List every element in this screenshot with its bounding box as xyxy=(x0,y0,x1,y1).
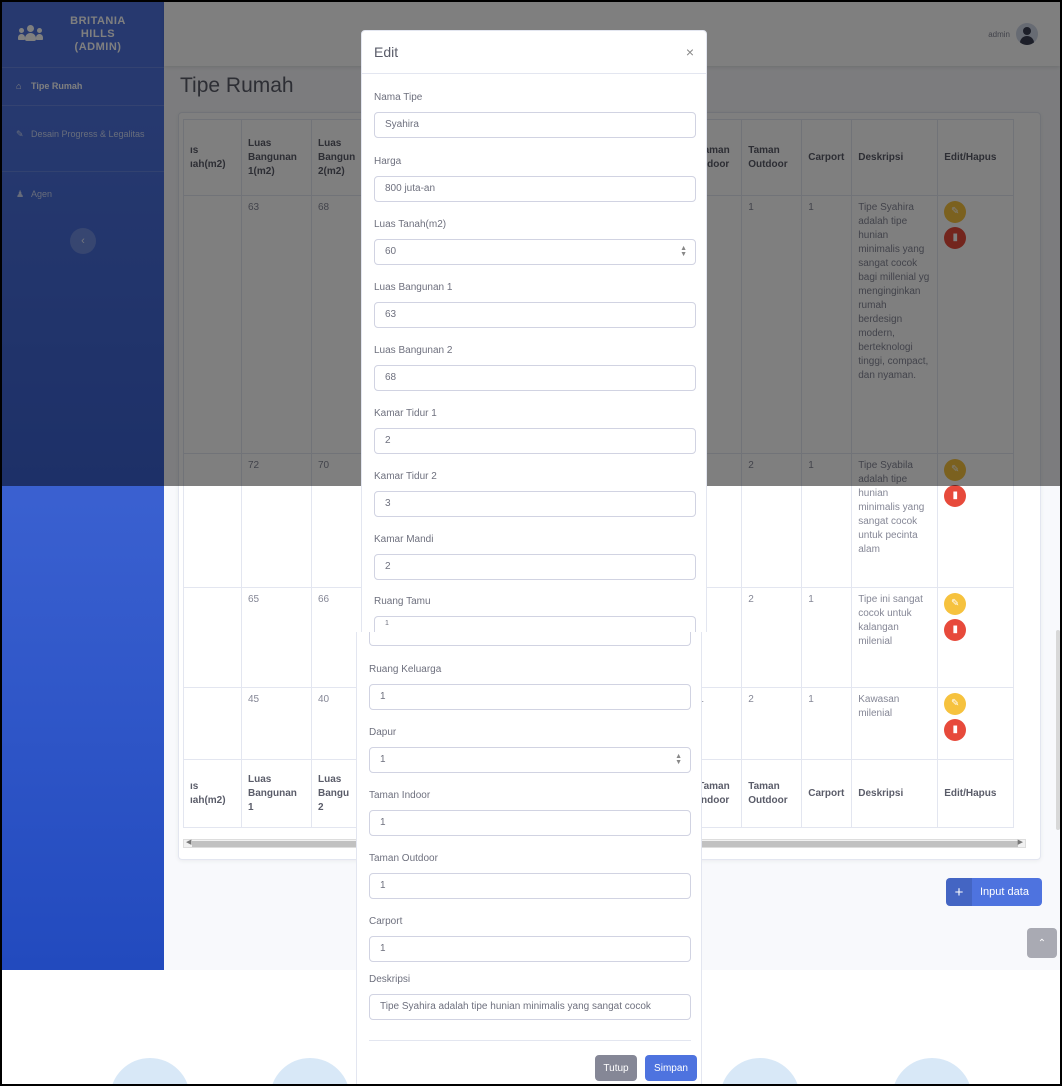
modal-header: Edit × xyxy=(361,30,707,74)
modal-footer: Tutup Simpan xyxy=(369,1040,697,1081)
field-label: Luas Bangunan 2 xyxy=(374,345,453,356)
nama-tipe-input[interactable]: Syahira xyxy=(374,112,696,138)
kamar-mandi-input[interactable]: 2 xyxy=(374,554,696,580)
modal-body-continued: Ruang Keluarga 1 Dapur 1 ▲ ▼ Taman Indoor… xyxy=(356,632,702,1086)
scroll-right-icon[interactable]: ▶ xyxy=(1018,838,1023,846)
dapur-input[interactable]: 1 ▲ ▼ xyxy=(369,747,691,773)
decorative-circle xyxy=(110,1058,190,1086)
column-header[interactable]: Deskripsi xyxy=(851,759,939,828)
kamar-tidur-1-input[interactable]: 2 xyxy=(374,428,696,454)
chevron-up-icon: ⌃ xyxy=(1037,937,1047,949)
carport-input[interactable]: 1 xyxy=(369,936,691,962)
column-header[interactable]: Carport xyxy=(801,759,853,828)
number-stepper-icon[interactable]: ▲ ▼ xyxy=(680,245,687,258)
kamar-tidur-2-input[interactable]: 3 xyxy=(374,491,696,517)
column-header[interactable]: Luas Bangu 2 xyxy=(310,759,363,828)
ruang-tamu-input[interactable]: 1 xyxy=(374,616,696,632)
taman-indoor-input[interactable]: 1 xyxy=(369,810,691,836)
luas-bangunan-2-input[interactable]: 68 xyxy=(374,365,696,391)
ruang-keluarga-input[interactable]: 1 xyxy=(369,684,691,710)
simpan-button[interactable]: Simpan xyxy=(645,1055,697,1081)
form-group-kamar-tidur-2: Kamar Tidur 2 3 xyxy=(374,471,696,517)
field-label: Dapur xyxy=(369,727,397,738)
form-group-ruang-keluarga: Ruang Keluarga 1 xyxy=(369,664,691,710)
form-group-ruang-tamu: Ruang Tamu 1 xyxy=(374,596,696,632)
form-group-taman-outdoor: Taman Outdoor 1 xyxy=(369,853,691,899)
harga-input[interactable]: 800 juta-an xyxy=(374,176,696,202)
trash-icon: ▮ xyxy=(952,724,958,735)
table-cell: 2 xyxy=(741,587,803,688)
form-group-dapur: Dapur 1 ▲ ▼ xyxy=(369,727,691,773)
modal-body: Nama Tipe Syahira Harga 800 juta-an Luas… xyxy=(361,74,707,632)
column-header[interactable]: ıs ıah(m2) xyxy=(183,759,242,828)
table-cell: Tipe ini sangat cocok untuk kalangan mil… xyxy=(851,587,939,688)
trash-icon: ▮ xyxy=(952,490,958,501)
form-group-deskripsi: Deskripsi Tipe Syahira adalah tipe hunia… xyxy=(369,974,691,1020)
table-cell: 1 xyxy=(801,687,853,760)
form-group-luas-tanah: Luas Tanah(m2) 60 ▲ ▼ xyxy=(374,219,696,265)
form-group-kamar-tidur-1: Kamar Tidur 1 2 xyxy=(374,408,696,454)
field-label: Luas Bangunan 1 xyxy=(374,282,453,293)
table-cell: Kawasan milenial xyxy=(851,687,939,760)
field-label: Kamar Tidur 1 xyxy=(374,408,437,419)
form-group-carport: Carport 1 xyxy=(369,916,691,962)
decorative-circle xyxy=(720,1058,800,1086)
action-cell: ✎ ▮ xyxy=(937,587,1015,688)
trash-icon: ▮ xyxy=(952,624,958,635)
deskripsi-input[interactable]: Tipe Syahira adalah tipe hunian minimali… xyxy=(369,994,691,1020)
action-cell: ✎ ▮ xyxy=(937,687,1015,760)
table-cell: 2 xyxy=(741,687,803,760)
close-icon[interactable]: × xyxy=(686,44,694,60)
table-cell: 66 xyxy=(310,587,363,688)
decorative-circle xyxy=(892,1058,972,1086)
input-data-label: Input data xyxy=(980,886,1029,898)
luas-tanah-input[interactable]: 60 ▲ ▼ xyxy=(374,239,696,265)
form-group-luas-bangunan-1: Luas Bangunan 1 63 xyxy=(374,282,696,328)
field-label: Kamar Mandi xyxy=(374,534,434,545)
field-label: Taman Indoor xyxy=(369,790,431,801)
edit-button[interactable]: ✎ xyxy=(944,593,967,615)
input-data-button[interactable]: + Input data xyxy=(946,878,1042,906)
form-group-luas-bangunan-2: Luas Bangunan 2 68 xyxy=(374,345,696,391)
edit-icon: ✎ xyxy=(951,598,960,609)
field-label: Carport xyxy=(369,916,403,927)
table-cell: 65 xyxy=(241,587,312,688)
column-header[interactable]: Luas Bangunan 1 xyxy=(241,759,312,828)
field-label: Ruang Keluarga xyxy=(369,664,442,675)
scroll-left-icon[interactable]: ◀ xyxy=(186,838,191,846)
taman-outdoor-input[interactable]: 1 xyxy=(369,873,691,899)
number-stepper-icon[interactable]: ▲ ▼ xyxy=(675,753,682,766)
field-label: Ruang Tamu xyxy=(374,596,431,607)
table-cell: 45 xyxy=(241,687,312,760)
modal-title: Edit xyxy=(374,44,399,60)
delete-button[interactable]: ▮ xyxy=(944,619,967,641)
scroll-to-top-button[interactable]: ⌃ xyxy=(1027,928,1057,958)
column-header[interactable]: Edit/Hapus xyxy=(937,759,1015,828)
field-label: Nama Tipe xyxy=(374,92,423,103)
field-label: Kamar Tidur 2 xyxy=(374,471,437,482)
field-label: Harga xyxy=(374,156,402,167)
edit-icon: ✎ xyxy=(951,698,960,709)
tutup-button[interactable]: Tutup xyxy=(595,1055,637,1081)
table-cell: 40 xyxy=(310,687,363,760)
field-label: Taman Outdoor xyxy=(369,853,438,864)
column-header[interactable]: Taman Outdoor xyxy=(741,759,803,828)
delete-button[interactable]: ▮ xyxy=(944,719,967,741)
luas-bangunan-1-input[interactable]: 63 xyxy=(374,302,696,328)
form-group-harga: Harga 800 juta-an xyxy=(374,156,696,202)
field-label: Deskripsi xyxy=(369,974,411,985)
delete-button[interactable]: ▮ xyxy=(944,485,967,507)
decorative-circle xyxy=(270,1058,350,1086)
plus-icon: + xyxy=(946,878,972,906)
form-group-nama-tipe: Nama Tipe Syahira xyxy=(374,92,696,138)
vertical-scrollbar[interactable] xyxy=(1056,630,1060,830)
field-label: Luas Tanah(m2) xyxy=(374,219,447,230)
table-cell: 1 xyxy=(801,587,853,688)
form-group-kamar-mandi: Kamar Mandi 2 xyxy=(374,534,696,580)
edit-button[interactable]: ✎ xyxy=(944,693,967,715)
form-group-taman-indoor: Taman Indoor 1 xyxy=(369,790,691,836)
